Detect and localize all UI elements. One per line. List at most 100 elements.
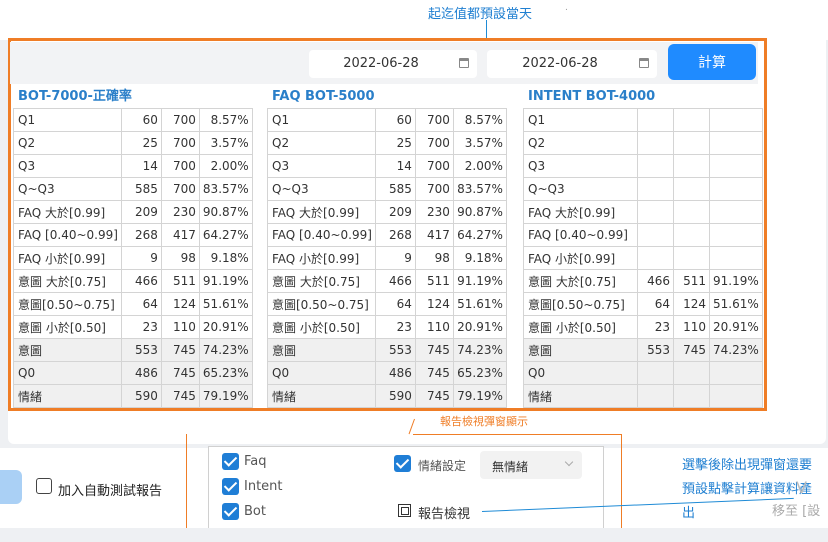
count-cell bbox=[637, 177, 674, 201]
total-cell: 417 bbox=[160, 223, 200, 247]
os-activation-text: 移至 [設 bbox=[772, 504, 821, 519]
annotation-bracket-left bbox=[186, 434, 187, 542]
total-cell: 98 bbox=[414, 246, 454, 270]
percent-cell: 51.61% bbox=[452, 292, 507, 316]
percent-cell: 20.91% bbox=[452, 315, 507, 339]
row-label: FAQ [0.40~0.99] bbox=[267, 223, 376, 247]
count-cell: 60 bbox=[374, 108, 416, 132]
percent-cell: 74.23% bbox=[452, 338, 507, 362]
faq-label: Faq bbox=[244, 454, 267, 469]
percent-cell bbox=[709, 154, 763, 178]
report-table-body: Q1 Q2 Q3 Q~Q3 FAQ 大於[0.99] FAQ [0.40~0.99] FAQ… bbox=[523, 108, 763, 408]
table-row: 意圖 553 745 74.23% bbox=[13, 338, 253, 362]
count-cell bbox=[637, 131, 674, 155]
table-row: 情緒 590 745 79.19% bbox=[267, 384, 507, 408]
percent-cell bbox=[709, 223, 763, 247]
row-label: Q~Q3 bbox=[267, 177, 376, 201]
table-row: Q2 bbox=[523, 131, 763, 155]
bottom-strip bbox=[0, 528, 828, 542]
table-row: Q0 486 745 65.23% bbox=[13, 361, 253, 385]
total-cell: 417 bbox=[414, 223, 454, 247]
count-cell: 268 bbox=[120, 223, 162, 247]
total-cell: 700 bbox=[160, 177, 200, 201]
count-cell: 23 bbox=[120, 315, 162, 339]
table-row: FAQ [0.40~0.99] 268 417 64.27% bbox=[13, 223, 253, 247]
start-date-value: 2022-06-28 bbox=[343, 56, 419, 71]
total-cell: 700 bbox=[160, 108, 200, 132]
table-row: Q0 486 745 65.23% bbox=[267, 361, 507, 385]
calculate-button[interactable]: 計算 bbox=[668, 44, 756, 80]
table-row: Q2 25 700 3.57% bbox=[13, 131, 253, 155]
percent-cell: 9.18% bbox=[452, 246, 507, 270]
table-row: Q3 14 700 2.00% bbox=[267, 154, 507, 178]
report-view-icon bbox=[398, 504, 411, 517]
report-table-body: Q1 60 700 8.57% Q2 25 700 3.57% Q3 14 700 2.00% Q~Q3… bbox=[267, 108, 507, 408]
table-row: 意圖 小於[0.50] 23 110 20.91% bbox=[523, 315, 763, 339]
calendar-icon[interactable] bbox=[459, 58, 469, 68]
percent-cell: 90.87% bbox=[452, 200, 507, 224]
annotation-bracket-right bbox=[621, 434, 622, 542]
annotation-dot: . bbox=[565, 3, 568, 13]
count-cell: 9 bbox=[120, 246, 162, 270]
table-row: 意圖 小於[0.50] 23 110 20.91% bbox=[267, 315, 507, 339]
annotation-default-dates: 起迄值都預設當天 bbox=[428, 7, 533, 22]
row-label: 意圖 bbox=[267, 338, 376, 362]
total-cell: 110 bbox=[414, 315, 454, 339]
report-view-label: 報告檢視 bbox=[418, 507, 471, 522]
report-view-button[interactable]: 報告檢視 bbox=[392, 500, 476, 522]
row-label: 意圖 大於[0.75] bbox=[523, 269, 638, 293]
intent-checkbox[interactable] bbox=[222, 478, 239, 495]
row-label: 情緒 bbox=[13, 384, 122, 408]
report-panel-faq-bot-5000: FAQ BOT-5000 Q1 60 700 8.57% Q2 25 700 3.57% Q3 1… bbox=[267, 86, 507, 408]
emotion-setting-checkbox[interactable] bbox=[394, 455, 411, 472]
percent-cell: 51.61% bbox=[709, 292, 763, 316]
table-row: 意圖 大於[0.75] 466 511 91.19% bbox=[523, 269, 763, 293]
total-cell: 745 bbox=[160, 384, 200, 408]
count-cell bbox=[637, 384, 674, 408]
emotion-select[interactable]: 無情緒 bbox=[480, 451, 582, 479]
percent-cell bbox=[709, 131, 763, 155]
count-cell: 585 bbox=[120, 177, 162, 201]
end-date-input[interactable]: 2022-06-28 bbox=[487, 50, 657, 78]
percent-cell: 79.19% bbox=[452, 384, 507, 408]
count-cell: 23 bbox=[637, 315, 674, 339]
row-label: Q~Q3 bbox=[523, 177, 638, 201]
count-cell: 466 bbox=[120, 269, 162, 293]
table-row: FAQ 小於[0.99] 9 98 9.18% bbox=[13, 246, 253, 270]
count-cell bbox=[637, 223, 674, 247]
total-cell: 700 bbox=[414, 177, 454, 201]
percent-cell: 74.23% bbox=[709, 338, 763, 362]
count-cell: 64 bbox=[637, 292, 674, 316]
count-cell: 553 bbox=[120, 338, 162, 362]
start-date-input[interactable]: 2022-06-28 bbox=[309, 50, 477, 78]
row-label: FAQ 大於[0.99] bbox=[267, 200, 376, 224]
row-label: 意圖[0.50~0.75] bbox=[523, 292, 638, 316]
count-cell: 9 bbox=[374, 246, 416, 270]
table-row: 意圖[0.50~0.75] 64 124 51.61% bbox=[523, 292, 763, 316]
percent-cell: 65.23% bbox=[452, 361, 507, 385]
table-row: 意圖 553 745 74.23% bbox=[267, 338, 507, 362]
faq-checkbox[interactable] bbox=[222, 453, 239, 470]
report-table-body: Q1 60 700 8.57% Q2 25 700 3.57% Q3 14 700 2.00% Q~Q3… bbox=[13, 108, 253, 408]
total-cell bbox=[673, 384, 710, 408]
row-label: FAQ 小於[0.99] bbox=[267, 246, 376, 270]
percent-cell bbox=[709, 108, 763, 132]
total-cell: 511 bbox=[414, 269, 454, 293]
count-cell: 209 bbox=[120, 200, 162, 224]
total-cell: 110 bbox=[160, 315, 200, 339]
row-label: 意圖 大於[0.75] bbox=[267, 269, 376, 293]
row-label: FAQ 小於[0.99] bbox=[523, 246, 638, 270]
percent-cell: 2.00% bbox=[198, 154, 253, 178]
count-cell: 585 bbox=[374, 177, 416, 201]
count-cell: 466 bbox=[637, 269, 674, 293]
table-row: 意圖[0.50~0.75] 64 124 51.61% bbox=[13, 292, 253, 316]
percent-cell bbox=[709, 246, 763, 270]
chevron-down-icon bbox=[564, 457, 574, 467]
bot-checkbox[interactable] bbox=[222, 503, 239, 520]
report-table: Q1 60 700 8.57% Q2 25 700 3.57% Q3 14 700 2.00% Q~Q3… bbox=[13, 108, 253, 408]
emotion-setting-label: 情緒設定 bbox=[418, 459, 467, 473]
count-cell: 23 bbox=[374, 315, 416, 339]
partial-blue-button[interactable] bbox=[0, 470, 22, 504]
auto-test-checkbox[interactable] bbox=[36, 478, 52, 494]
calendar-icon[interactable] bbox=[639, 58, 649, 68]
